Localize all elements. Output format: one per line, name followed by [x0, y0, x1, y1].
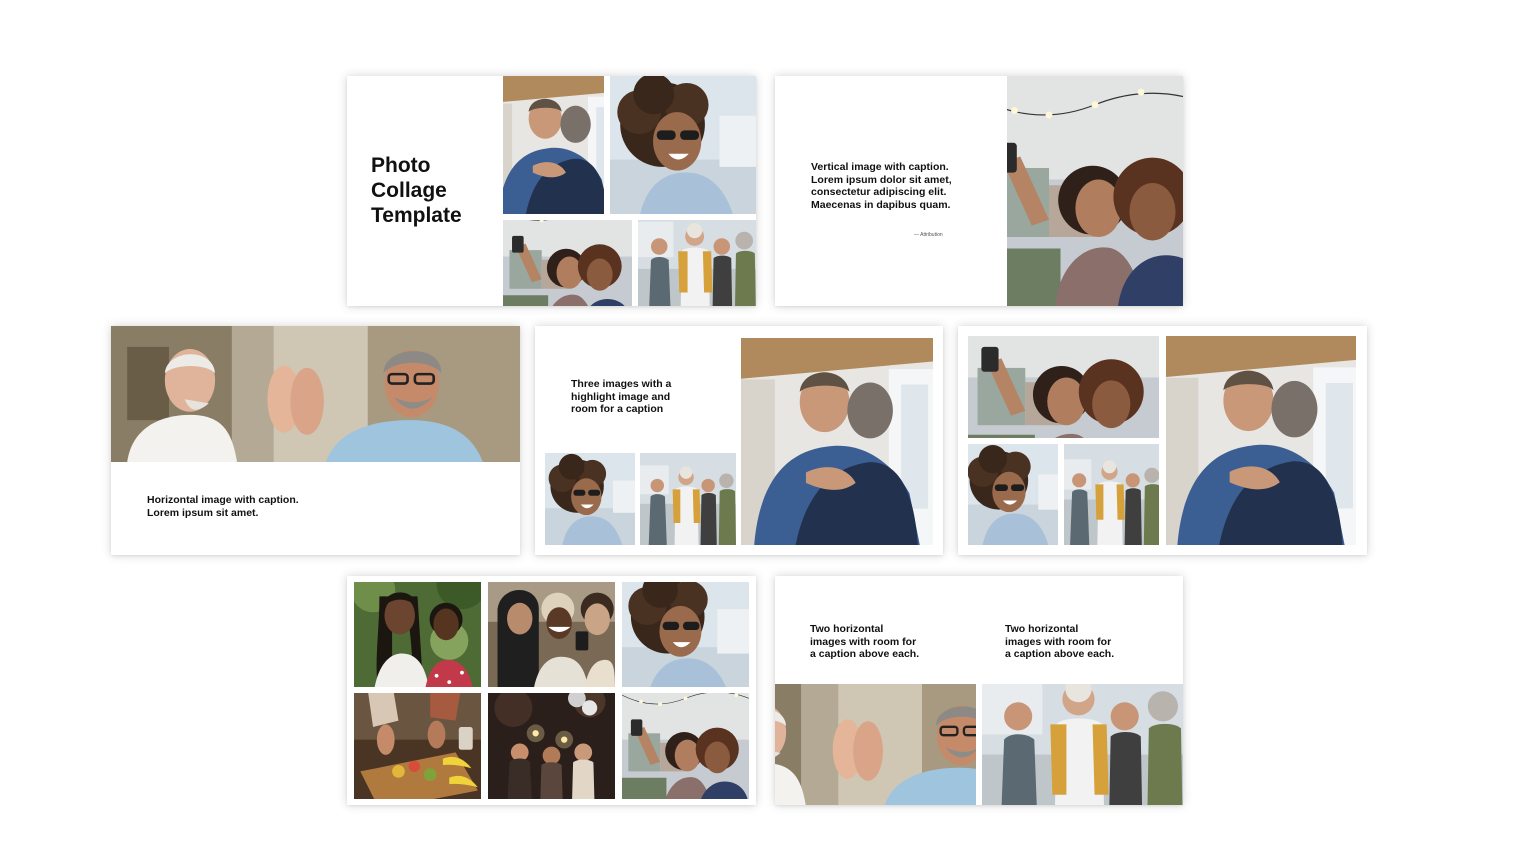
photo-hug: [503, 76, 604, 214]
caption-text: Three images with a highlight image and …: [571, 378, 672, 415]
slide-six-image-grid[interactable]: [347, 576, 756, 805]
photo-phone-group: [488, 582, 615, 687]
photo-party: [488, 693, 615, 799]
photo-selfie: [503, 220, 632, 306]
photo-selfie-vertical: [1007, 76, 1183, 306]
photo-selfie: [622, 693, 749, 799]
slide-two-horizontal-images[interactable]: Two horizontal images with room for a ca…: [775, 576, 1183, 805]
photo-curly-hair-woman: [968, 444, 1058, 545]
photo-hug-highlight: [741, 338, 933, 545]
caption-text: Vertical image with caption. Lorem ipsum…: [811, 161, 952, 211]
photo-curly-hair-woman: [622, 582, 749, 687]
slide-horizontal-image-caption[interactable]: Horizontal image with caption. Lorem ips…: [111, 326, 520, 555]
photo-two-friends: [354, 582, 481, 687]
slide-title: Photo Collage Template: [371, 154, 462, 227]
slide-four-image-grid[interactable]: [958, 326, 1367, 555]
photo-selfie: [968, 336, 1159, 438]
photo-cooking: [354, 693, 481, 799]
photo-group: [640, 453, 736, 545]
slide-vertical-image-caption[interactable]: Vertical image with caption. Lorem ipsum…: [775, 76, 1183, 306]
photo-high-five: [111, 326, 520, 462]
photo-group: [1064, 444, 1159, 545]
caption-left: Two horizontal images with room for a ca…: [810, 623, 920, 660]
slide-photo-collage-title[interactable]: Photo Collage Template: [347, 76, 756, 306]
caption-text: Horizontal image with caption. Lorem ips…: [147, 494, 299, 519]
photo-high-five: [775, 684, 976, 805]
photo-curly-hair-woman: [610, 76, 756, 214]
photo-group: [638, 220, 756, 306]
caption-right: Two horizontal images with room for a ca…: [1005, 623, 1115, 660]
photo-group: [982, 684, 1183, 805]
photo-hug-highlight: [1166, 336, 1356, 545]
attribution-text: — Attribution: [914, 232, 943, 238]
photo-curly-hair-woman: [545, 453, 635, 545]
slide-three-images-highlight[interactable]: Three images with a highlight image and …: [535, 326, 943, 555]
